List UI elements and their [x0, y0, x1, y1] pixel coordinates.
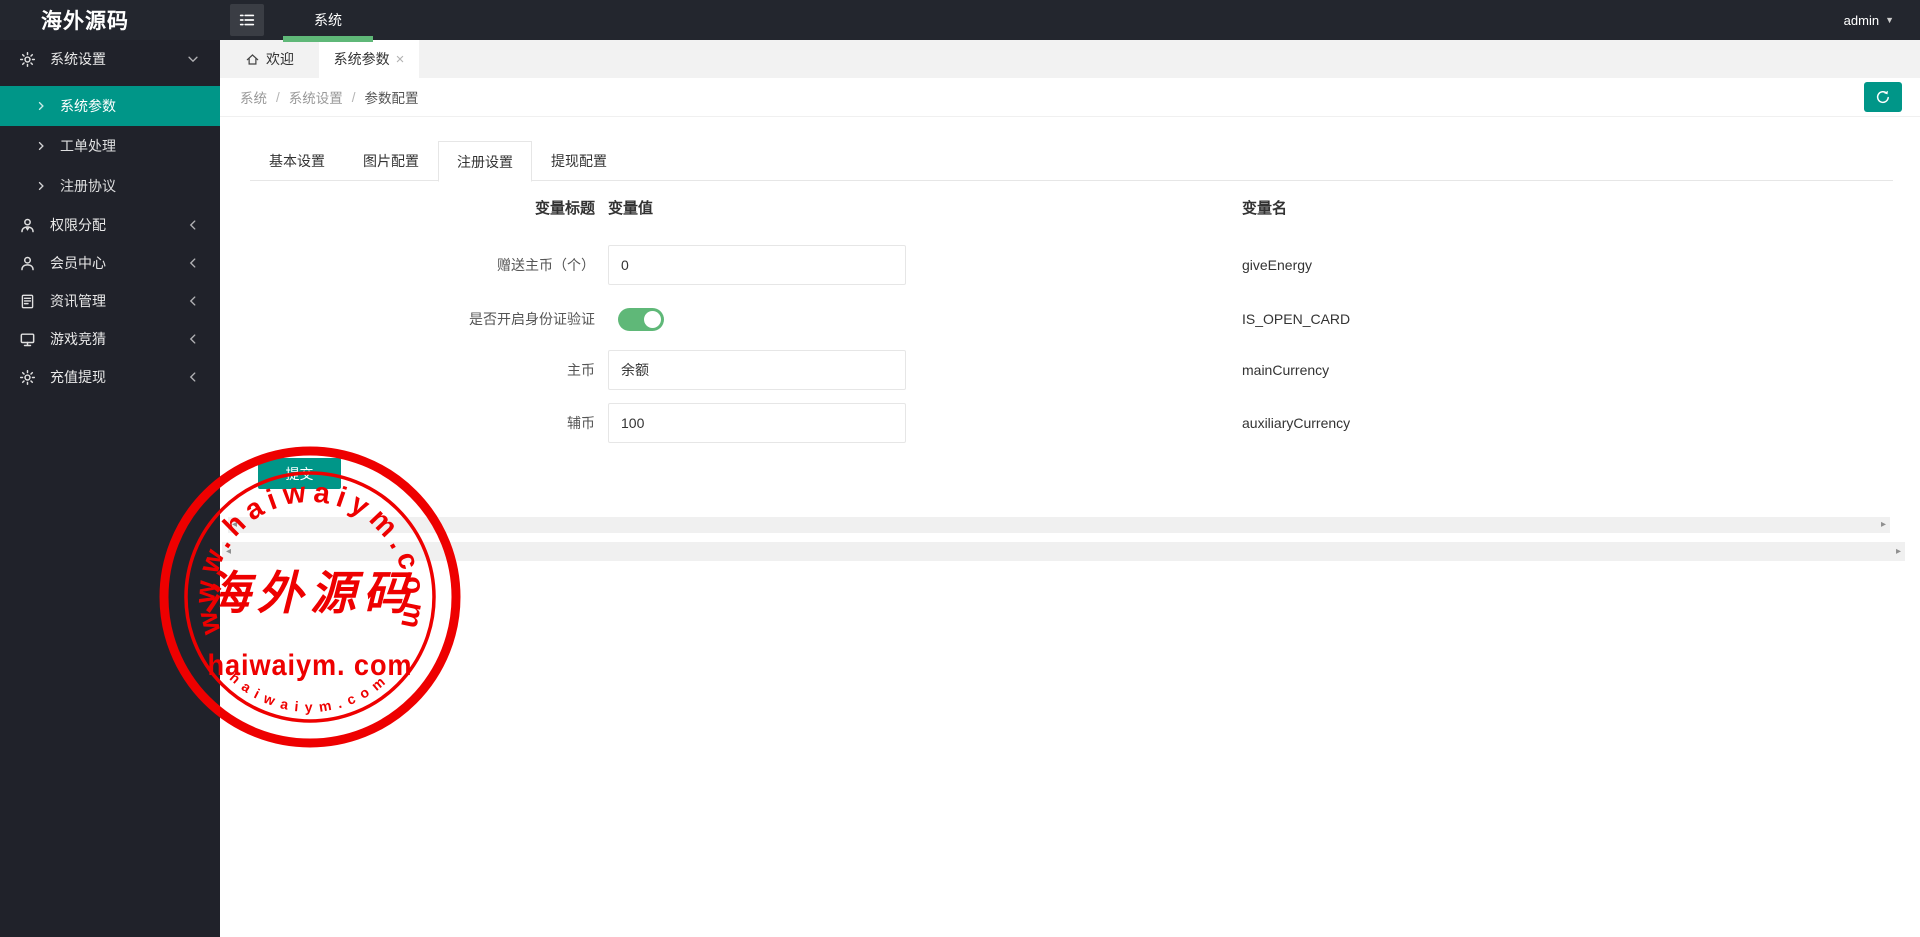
sidebar-item-member-center[interactable]: 会员中心 — [0, 244, 220, 282]
topnav-item-label: 系统 — [314, 12, 342, 28]
sidebar-item-label: 注册协议 — [60, 178, 116, 194]
table-row: 辅币 auxiliaryCurrency — [220, 403, 1920, 443]
main-currency-input[interactable] — [608, 350, 906, 390]
monitor-icon — [19, 331, 36, 348]
chevron-left-icon — [186, 218, 200, 232]
sidebar-item-label: 权限分配 — [50, 217, 106, 233]
caret-down-icon: ▼ — [1885, 15, 1894, 25]
toggle-knob — [644, 311, 661, 328]
gear-icon — [19, 369, 36, 386]
gear-icon — [19, 51, 36, 68]
variable-name: giveEnergy — [1242, 257, 1313, 273]
sidebar-item-label: 充值提现 — [50, 369, 106, 385]
variable-name: mainCurrency — [1242, 362, 1330, 378]
admin-screen: 海外源码 系统 admin ▼ 系统设置 系统参数 工单处理 注册协议 权限分配… — [0, 0, 1920, 937]
refresh-icon — [1875, 89, 1891, 105]
user-icon — [19, 255, 36, 272]
scroll-left-icon[interactable]: ◂ — [232, 520, 237, 530]
scroll-right-icon[interactable]: ▸ — [1881, 520, 1886, 530]
form-tabs: 基本设置 图片配置 注册设置 提现配置 — [250, 141, 1893, 182]
auxiliary-currency-input[interactable] — [608, 403, 906, 443]
sidebar-item-game-betting[interactable]: 游戏竞猜 — [0, 320, 220, 358]
sidebar-item-label: 游戏竞猜 — [50, 331, 106, 347]
breadcrumb: 系统 / 系统设置 / 参数配置 — [220, 87, 419, 107]
tab-welcome-label: 欢迎 — [266, 51, 294, 67]
sidebar-item-permissions[interactable]: 权限分配 — [0, 206, 220, 244]
arrow-right-icon — [35, 100, 47, 112]
sidebar-item-label: 资讯管理 — [50, 293, 106, 309]
row-label: 辅币 — [567, 415, 595, 431]
header-variable-name: 变量名 — [1242, 200, 1288, 217]
tab-system-params[interactable]: 系统参数 × — [319, 40, 419, 78]
breadcrumb-row: 系统 / 系统设置 / 参数配置 — [220, 78, 1920, 117]
app-logo: 海外源码 — [41, 10, 129, 33]
chevron-left-icon — [186, 370, 200, 384]
form-tab-images[interactable]: 图片配置 — [344, 141, 438, 182]
row-label: 是否开启身份证验证 — [469, 311, 595, 327]
horizontal-scrollbar[interactable]: ◂ ▸ — [228, 517, 1890, 533]
scroll-right-icon[interactable]: ▸ — [1896, 546, 1901, 557]
arrow-right-icon — [35, 140, 47, 152]
table-row: 赠送主币（个） giveEnergy — [220, 245, 1920, 285]
header-variable-value: 变量值 — [608, 200, 654, 217]
breadcrumb-item-current: 参数配置 — [364, 91, 419, 106]
hamburger-icon — [237, 10, 257, 30]
scroll-left-icon[interactable]: ◂ — [226, 546, 231, 557]
refresh-button[interactable] — [1864, 82, 1902, 112]
sidebar: 系统设置 系统参数 工单处理 注册协议 权限分配 会员中心 资讯管理 游戏竞猜 … — [0, 40, 220, 937]
chevron-left-icon — [186, 332, 200, 346]
sidebar-item-label: 系统设置 — [50, 51, 106, 67]
sidebar-item-system-settings[interactable]: 系统设置 — [0, 40, 220, 78]
home-icon — [245, 52, 260, 67]
tab-welcome[interactable]: 欢迎 — [220, 40, 319, 78]
user-menu[interactable]: admin ▼ — [1844, 13, 1920, 28]
chevron-down-icon — [186, 52, 200, 66]
variable-name: IS_OPEN_CARD — [1242, 311, 1351, 327]
breadcrumb-item[interactable]: 系统设置 — [289, 87, 343, 107]
form-tab-withdraw[interactable]: 提现配置 — [532, 141, 626, 182]
breadcrumb-separator: / — [351, 89, 356, 105]
user-badge-icon — [19, 217, 36, 234]
form-tab-register[interactable]: 注册设置 — [438, 141, 532, 182]
topbar: 海外源码 系统 admin ▼ — [0, 0, 1920, 42]
breadcrumb-separator: / — [276, 89, 280, 105]
sidebar-item-register-agreement[interactable]: 注册协议 — [0, 166, 220, 206]
row-label: 主币 — [567, 362, 595, 378]
sidebar-item-label: 系统参数 — [60, 98, 116, 114]
sidebar-item-label: 会员中心 — [50, 255, 106, 271]
row-label: 赠送主币（个） — [497, 257, 595, 273]
username-label: admin — [1843, 12, 1880, 28]
variable-name: auxiliaryCurrency — [1242, 415, 1351, 431]
sidebar-item-news-management[interactable]: 资讯管理 — [0, 282, 220, 320]
sidebar-item-recharge-withdraw[interactable]: 充值提现 — [0, 358, 220, 396]
tab-system-params-label: 系统参数 — [333, 51, 390, 67]
identity-verify-toggle[interactable] — [618, 308, 664, 331]
header-variable-title: 变量标题 — [534, 200, 595, 217]
page-tabstrip: 欢迎 系统参数 × — [220, 40, 1920, 78]
chevron-left-icon — [186, 256, 200, 270]
horizontal-scrollbar[interactable]: ◂ ▸ — [222, 542, 1905, 561]
close-icon[interactable]: × — [396, 52, 405, 67]
sidebar-item-label: 工单处理 — [60, 138, 116, 154]
form-tab-basic[interactable]: 基本设置 — [250, 141, 344, 182]
give-energy-input[interactable] — [608, 245, 906, 285]
sidebar-item-system-params[interactable]: 系统参数 — [0, 86, 220, 126]
nav-active-indicator — [283, 36, 373, 42]
submit-button[interactable]: 提交 — [258, 458, 341, 489]
sidebar-toggle-button[interactable] — [230, 4, 264, 36]
sidebar-item-work-orders[interactable]: 工单处理 — [0, 126, 220, 166]
chevron-left-icon — [186, 294, 200, 308]
table-header-row: 变量标题 变量值 变量名 — [220, 197, 1920, 219]
topnav-item-system[interactable]: 系统 — [283, 0, 373, 42]
breadcrumb-item[interactable]: 系统 — [240, 87, 267, 107]
table-row: 是否开启身份证验证 IS_OPEN_CARD — [220, 299, 1920, 339]
arrow-right-icon — [35, 180, 47, 192]
main-content: 基本设置 图片配置 注册设置 提现配置 变量标题 变量值 变量名 赠送主币（个）… — [220, 117, 1920, 937]
book-icon — [19, 293, 36, 310]
table-row: 主币 mainCurrency — [220, 350, 1920, 390]
